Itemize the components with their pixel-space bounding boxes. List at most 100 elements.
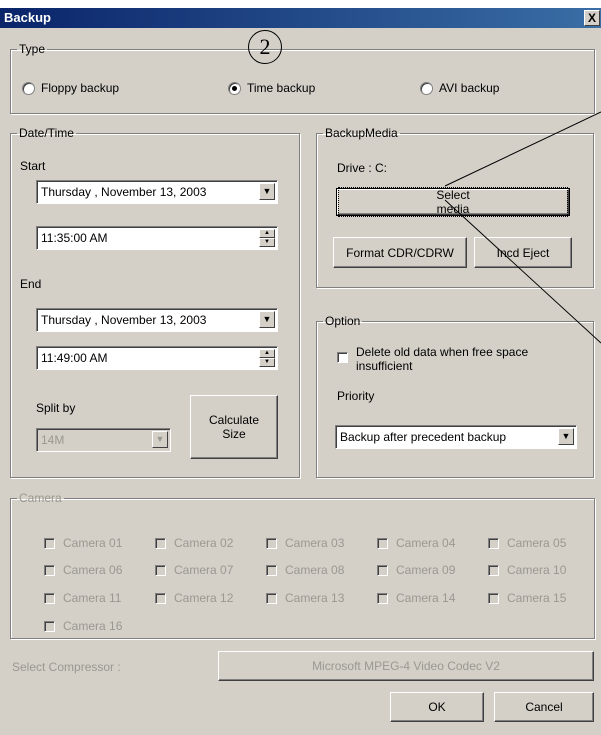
camera-checkbox-box[interactable] — [488, 564, 499, 576]
camera-checkbox[interactable]: Camera 02 — [155, 536, 233, 550]
camera-checkbox[interactable]: Camera 01 — [44, 536, 122, 550]
title-bar: Backup X — [0, 8, 601, 28]
compressor-label: Select Compressor : — [12, 660, 121, 674]
camera-checkbox[interactable]: Camera 12 — [155, 591, 233, 605]
camera-checkbox-box[interactable] — [44, 620, 55, 632]
radio-floppy-backup[interactable]: Floppy backup — [22, 81, 119, 95]
callout-number-2: 2 — [248, 30, 282, 64]
end-date-value: Thursday , November 13, 2003 — [41, 313, 207, 327]
camera-checkbox-box[interactable] — [488, 537, 499, 549]
camera-checkbox-label: Camera 10 — [507, 563, 567, 577]
compressor-value: Microsoft MPEG-4 Video Codec V2 — [312, 659, 500, 673]
camera-checkbox-box[interactable] — [155, 592, 166, 604]
type-group: Type — [10, 42, 595, 114]
start-time-spinner[interactable]: ▲ ▼ — [259, 229, 275, 247]
priority-dropdown-icon[interactable]: ▼ — [558, 428, 574, 445]
delete-old-data-checkbox[interactable]: Delete old data when free space insuffic… — [337, 345, 528, 373]
camera-checkbox[interactable]: Camera 07 — [155, 563, 233, 577]
format-cdr-button[interactable]: Format CDR/CDRW — [333, 237, 467, 268]
backup-media-group-label: BackupMedia — [325, 126, 398, 140]
camera-checkbox[interactable]: Camera 15 — [488, 591, 566, 605]
camera-checkbox-label: Camera 13 — [285, 591, 345, 605]
radio-avi-label: AVI backup — [439, 81, 500, 95]
ok-button[interactable]: OK — [390, 692, 484, 722]
radio-time-label: Time backup — [247, 81, 316, 95]
spin-down-icon[interactable]: ▼ — [259, 238, 275, 247]
backup-window: Backup X Type Floppy backup Time backup … — [0, 8, 601, 735]
datetime-group-label: Date/Time — [19, 126, 74, 140]
radio-avi-backup[interactable]: AVI backup — [420, 81, 499, 95]
camera-checkbox-label: Camera 03 — [285, 536, 345, 550]
close-button[interactable]: X — [584, 10, 600, 26]
incd-eject-button[interactable]: Incd Eject — [474, 237, 572, 268]
camera-checkbox-box[interactable] — [155, 537, 166, 549]
camera-checkbox[interactable]: Camera 11 — [44, 591, 121, 605]
camera-checkbox-box[interactable] — [488, 592, 499, 604]
drive-label: Drive : C: — [337, 161, 388, 175]
camera-checkbox-label: Camera 09 — [396, 563, 456, 577]
camera-checkbox-label: Camera 07 — [174, 563, 234, 577]
format-cdr-label: Format CDR/CDRW — [346, 245, 454, 260]
end-date-dropdown-icon[interactable]: ▼ — [259, 311, 275, 328]
split-by-label: Split by — [36, 401, 76, 415]
select-media-button[interactable]: Select media — [336, 187, 570, 217]
camera-checkbox-box[interactable] — [377, 537, 388, 549]
camera-checkbox-label: Camera 08 — [285, 563, 345, 577]
radio-avi-indicator — [420, 81, 433, 95]
camera-checkbox-box[interactable] — [266, 592, 277, 604]
end-time-value: 11:49:00 AM — [41, 351, 108, 365]
priority-label: Priority — [337, 389, 375, 403]
camera-checkbox-box[interactable] — [266, 537, 277, 549]
camera-checkbox-label: Camera 02 — [174, 536, 234, 550]
camera-checkbox[interactable]: Camera 08 — [266, 563, 344, 577]
camera-checkbox[interactable]: Camera 09 — [377, 563, 455, 577]
camera-checkbox-box[interactable] — [377, 564, 388, 576]
type-group-label: Type — [19, 42, 46, 56]
calculate-size-button[interactable]: Calculate Size — [190, 395, 278, 459]
camera-checkbox[interactable]: Camera 05 — [488, 536, 566, 550]
end-time-spinner[interactable]: ▲ ▼ — [259, 349, 275, 367]
delete-old-line2: insufficient — [356, 359, 413, 373]
spin-up-icon[interactable]: ▲ — [259, 229, 275, 238]
end-time-input[interactable]: 11:49:00 AM ▲ ▼ — [36, 346, 278, 370]
camera-checkbox-label: Camera 15 — [507, 591, 567, 605]
radio-floppy-indicator — [22, 81, 35, 95]
end-date-picker[interactable]: Thursday , November 13, 2003 ▼ — [36, 308, 278, 332]
split-by-select[interactable]: 14M ▼ — [36, 428, 171, 452]
camera-checkbox-box[interactable] — [377, 592, 388, 604]
priority-select[interactable]: Backup after precedent backup ▼ — [335, 425, 577, 449]
spin-up-icon[interactable]: ▲ — [259, 349, 275, 358]
camera-checkbox-box[interactable] — [44, 564, 55, 576]
camera-checkbox[interactable]: Camera 16 — [44, 619, 122, 633]
camera-checkbox[interactable]: Camera 14 — [377, 591, 455, 605]
camera-checkbox-box[interactable] — [266, 564, 277, 576]
camera-checkbox[interactable]: Camera 03 — [266, 536, 344, 550]
delete-old-data-box[interactable] — [337, 352, 348, 363]
priority-value: Backup after precedent backup — [340, 430, 507, 444]
radio-time-backup[interactable]: Time backup — [228, 81, 315, 95]
camera-checkbox-box[interactable] — [44, 592, 55, 604]
spin-down-icon[interactable]: ▼ — [259, 358, 275, 367]
camera-checkbox[interactable]: Camera 10 — [488, 563, 566, 577]
camera-checkbox-box[interactable] — [155, 564, 166, 576]
camera-checkbox[interactable]: Camera 13 — [266, 591, 344, 605]
delete-old-data-label: Delete old data when free space insuffic… — [356, 345, 528, 373]
calculate-label-line2: Size — [222, 427, 246, 441]
option-group-label: Option — [325, 314, 361, 328]
calculate-label-line1: Calculate — [208, 413, 260, 427]
start-date-picker[interactable]: Thursday , November 13, 2003 ▼ — [36, 180, 278, 204]
cancel-button[interactable]: Cancel — [494, 692, 594, 722]
camera-checkbox[interactable]: Camera 06 — [44, 563, 122, 577]
camera-group-label: Camera — [19, 491, 62, 505]
camera-checkbox-box[interactable] — [44, 537, 55, 549]
radio-floppy-label: Floppy backup — [41, 81, 120, 95]
cancel-label: Cancel — [525, 700, 563, 714]
camera-checkbox-label: Camera 01 — [63, 536, 123, 550]
start-date-dropdown-icon[interactable]: ▼ — [259, 183, 275, 200]
ok-label: OK — [428, 700, 446, 714]
split-by-dropdown-icon[interactable]: ▼ — [152, 431, 168, 448]
camera-checkbox[interactable]: Camera 04 — [377, 536, 455, 550]
start-time-input[interactable]: 11:35:00 AM ▲ ▼ — [36, 226, 278, 250]
compressor-select[interactable]: Microsoft MPEG-4 Video Codec V2 — [218, 651, 594, 681]
split-by-value: 14M — [41, 433, 65, 447]
